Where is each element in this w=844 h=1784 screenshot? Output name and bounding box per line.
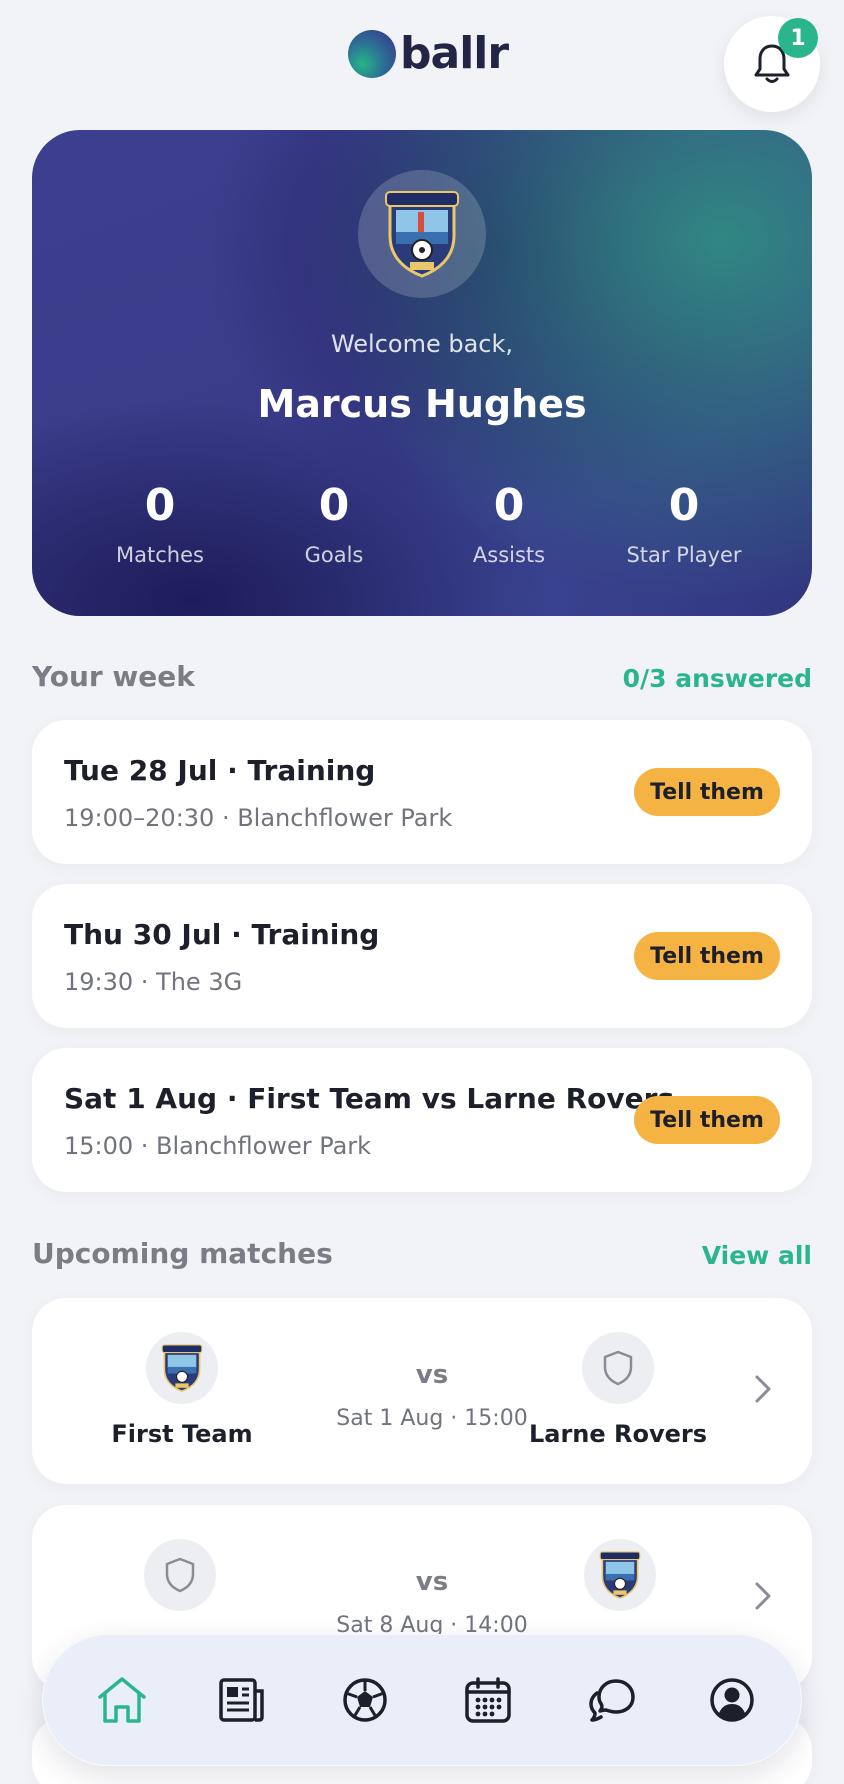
club-crest-icon: [599, 1551, 641, 1599]
week-item[interactable]: Sat 1 Aug · First Team vs Larne Rovers 1…: [32, 1048, 812, 1192]
week-item-title: Thu 30 Jul · Training: [64, 918, 380, 951]
team-logo: [146, 1332, 218, 1404]
stat-value: 0: [318, 480, 350, 531]
team-logo: [584, 1539, 656, 1611]
chevron-right-icon: [755, 1582, 771, 1610]
club-crest-icon: [385, 191, 459, 278]
nav-home[interactable]: [89, 1667, 155, 1733]
stat-label: Goals: [304, 543, 364, 567]
stat-value: 0: [493, 480, 525, 531]
away-team: [520, 1539, 720, 1627]
away-team: Larne Rovers: [518, 1332, 718, 1448]
week-item-title: Sat 1 Aug · First Team vs Larne Rovers: [64, 1082, 675, 1115]
stat-assists: 0 Assists: [419, 480, 599, 567]
shield-icon: [603, 1350, 633, 1386]
nav-matches[interactable]: [332, 1667, 398, 1733]
team-logo: [582, 1332, 654, 1404]
stat-label: Matches: [116, 543, 204, 567]
club-crest-avatar[interactable]: [358, 170, 486, 298]
welcome-card: Welcome back, Marcus Hughes 0 Matches 0 …: [32, 130, 812, 616]
nav-profile[interactable]: [699, 1667, 765, 1733]
week-item-details: 19:30 · The 3G: [64, 968, 243, 996]
match-card[interactable]: First Team vs Sat 1 Aug · 15:00 Larne Ro…: [32, 1298, 812, 1484]
nav-chat[interactable]: [579, 1667, 645, 1733]
tell-them-button[interactable]: Tell them: [634, 768, 780, 816]
week-item-title: Tue 28 Jul · Training: [64, 754, 376, 787]
week-item[interactable]: Tue 28 Jul · Training 19:00–20:30 · Blan…: [32, 720, 812, 864]
home-team-name: First Team: [111, 1420, 253, 1448]
player-name: Marcus Hughes: [257, 382, 587, 426]
stat-matches: 0 Matches: [70, 480, 250, 567]
answered-status: 0/3 answered: [622, 664, 812, 693]
logo-text: ballr: [400, 28, 509, 79]
profile-icon: [710, 1678, 754, 1722]
chat-icon: [589, 1679, 635, 1722]
welcome-text: Welcome back,: [330, 330, 514, 358]
stat-star-player: 0 Star Player: [594, 480, 774, 567]
stat-label: Assists: [472, 543, 546, 567]
chevron-right-icon: [755, 1375, 771, 1403]
bottom-navigation: [42, 1634, 802, 1766]
shield-icon: [165, 1557, 195, 1593]
stat-label: Star Player: [626, 543, 742, 567]
view-all-link[interactable]: View all: [702, 1241, 812, 1270]
stat-value: 0: [144, 480, 176, 531]
news-icon: [219, 1678, 264, 1722]
home-icon: [98, 1677, 146, 1723]
notification-badge: 1: [778, 18, 818, 58]
week-item-details: 15:00 · Blanchflower Park: [64, 1132, 372, 1160]
ballr-logo: ballr: [348, 28, 509, 79]
football-icon: [343, 1678, 387, 1722]
nav-news[interactable]: [209, 1667, 275, 1733]
week-item-details: 19:00–20:30 · Blanchflower Park: [64, 804, 453, 832]
your-week-title: Your week: [32, 660, 195, 693]
stat-value: 0: [668, 480, 700, 531]
away-team-name: Larne Rovers: [528, 1420, 708, 1448]
tell-them-button[interactable]: Tell them: [634, 1096, 780, 1144]
stat-goals: 0 Goals: [244, 480, 424, 567]
week-item[interactable]: Thu 30 Jul · Training 19:30 · The 3G Tel…: [32, 884, 812, 1028]
upcoming-matches-title: Upcoming matches: [32, 1237, 333, 1270]
home-team: [80, 1539, 280, 1627]
tell-them-button[interactable]: Tell them: [634, 932, 780, 980]
club-crest-icon: [161, 1344, 203, 1392]
team-logo: [144, 1539, 216, 1611]
calendar-icon: [465, 1677, 511, 1723]
home-team: First Team: [82, 1332, 282, 1448]
nav-calendar[interactable]: [455, 1667, 521, 1733]
app-header: ballr 1: [0, 0, 844, 112]
logo-mark-icon: [348, 30, 396, 78]
